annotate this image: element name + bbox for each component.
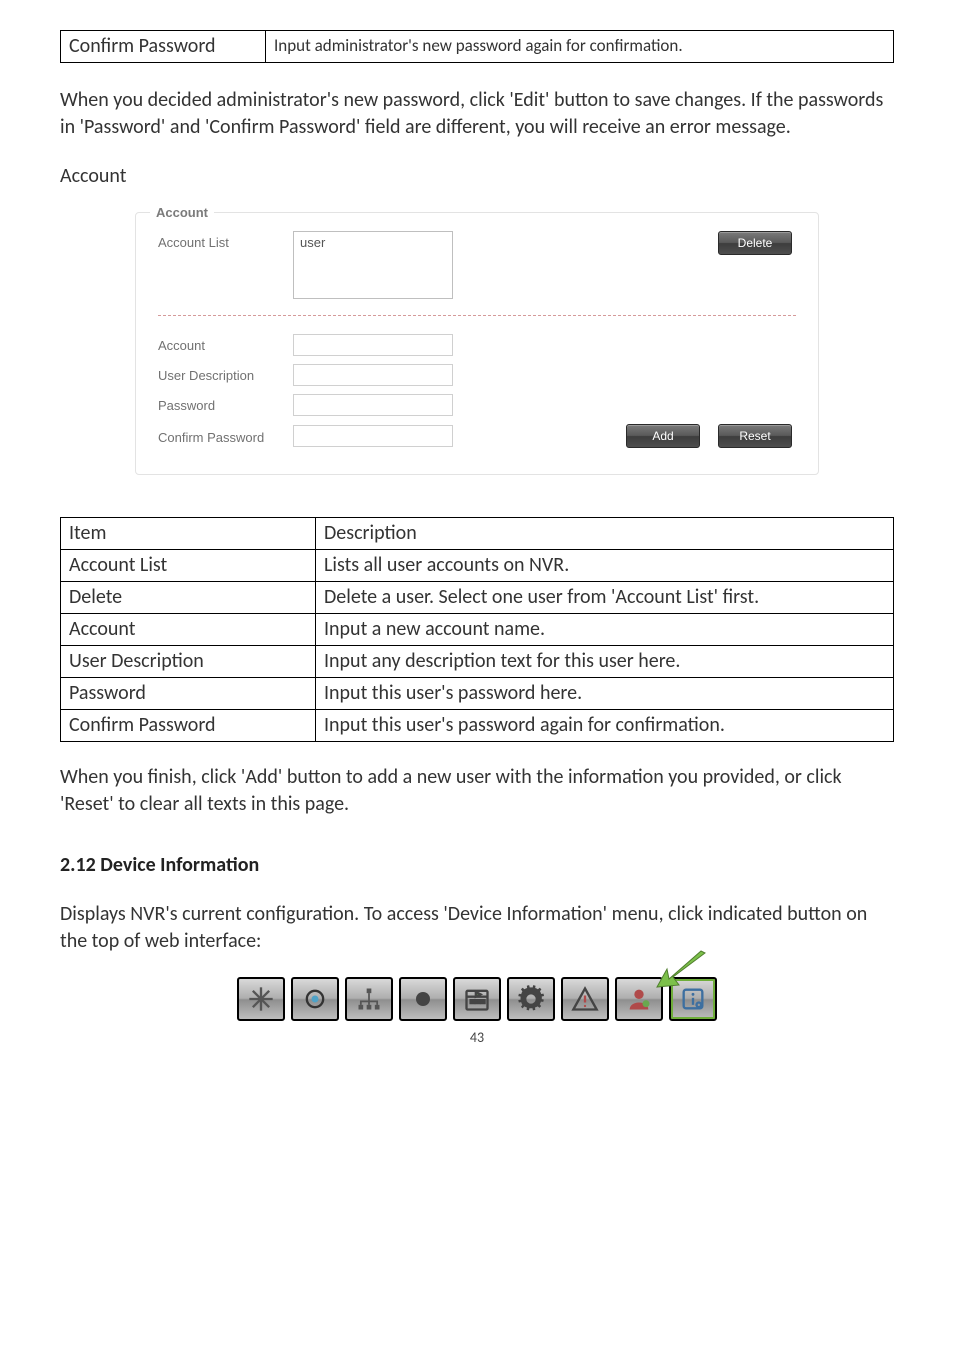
mini-table-col1: Confirm Password [61, 31, 266, 63]
header-item: Item [61, 518, 316, 550]
table-row: Account Input a new account name. [61, 614, 894, 646]
add-button[interactable]: Add [626, 424, 700, 448]
page-number: 43 [60, 1029, 894, 1048]
confirm-password-label: Confirm Password [158, 426, 293, 447]
fieldset-legend: Account [150, 204, 214, 222]
table-row: Delete Delete a user. Select one user fr… [61, 582, 894, 614]
description-table: Item Description Account List Lists all … [60, 517, 894, 742]
table-row: User Description Input any description t… [61, 646, 894, 678]
paragraph-edit-explain: When you decided administrator's new pas… [60, 87, 894, 141]
confirm-password-input[interactable] [293, 425, 453, 447]
account-subheading: Account [60, 163, 894, 190]
account-label: Account [158, 334, 293, 355]
account-list-label: Account List [158, 231, 293, 252]
arrow-indicator-icon [649, 947, 709, 991]
section-heading-device-information: 2.12 Device Information [60, 852, 894, 879]
toolbar-network-icon[interactable] [345, 977, 393, 1021]
table-row: Password Input this user's password here… [61, 678, 894, 710]
toolbar-snowflake-icon[interactable] [237, 977, 285, 1021]
password-label: Password [158, 394, 293, 415]
paragraph-add-explain: When you finish, click 'Add' button to a… [60, 764, 894, 818]
header-description: Description [316, 518, 894, 550]
reset-button[interactable]: Reset [718, 424, 792, 448]
table-row: Confirm Password Input this user's passw… [61, 710, 894, 742]
toolbar-dot-icon[interactable] [399, 977, 447, 1021]
delete-button[interactable]: Delete [718, 231, 792, 255]
user-description-input[interactable] [293, 364, 453, 386]
password-input[interactable] [293, 394, 453, 416]
toolbar-gear-icon[interactable] [507, 977, 555, 1021]
toolbar-calendar-icon[interactable] [453, 977, 501, 1021]
divider [158, 315, 796, 316]
account-input[interactable] [293, 334, 453, 356]
confirm-password-mini-table: Confirm Password Input administrator's n… [60, 30, 894, 63]
toolbar-warning-icon[interactable] [561, 977, 609, 1021]
list-item[interactable]: user [294, 232, 452, 254]
account-listbox[interactable]: user [293, 231, 453, 299]
mini-table-col2: Input administrator's new password again… [266, 31, 894, 63]
toolbar-record-icon[interactable] [291, 977, 339, 1021]
toolbar-illustration [60, 977, 894, 1021]
account-fieldset-screenshot: Account Account List user Delete Account… [60, 202, 894, 493]
user-description-label: User Description [158, 364, 293, 385]
table-row: Account List Lists all user accounts on … [61, 550, 894, 582]
table-header-row: Item Description [61, 518, 894, 550]
paragraph-device-info: Displays NVR's current configuration. To… [60, 901, 894, 955]
